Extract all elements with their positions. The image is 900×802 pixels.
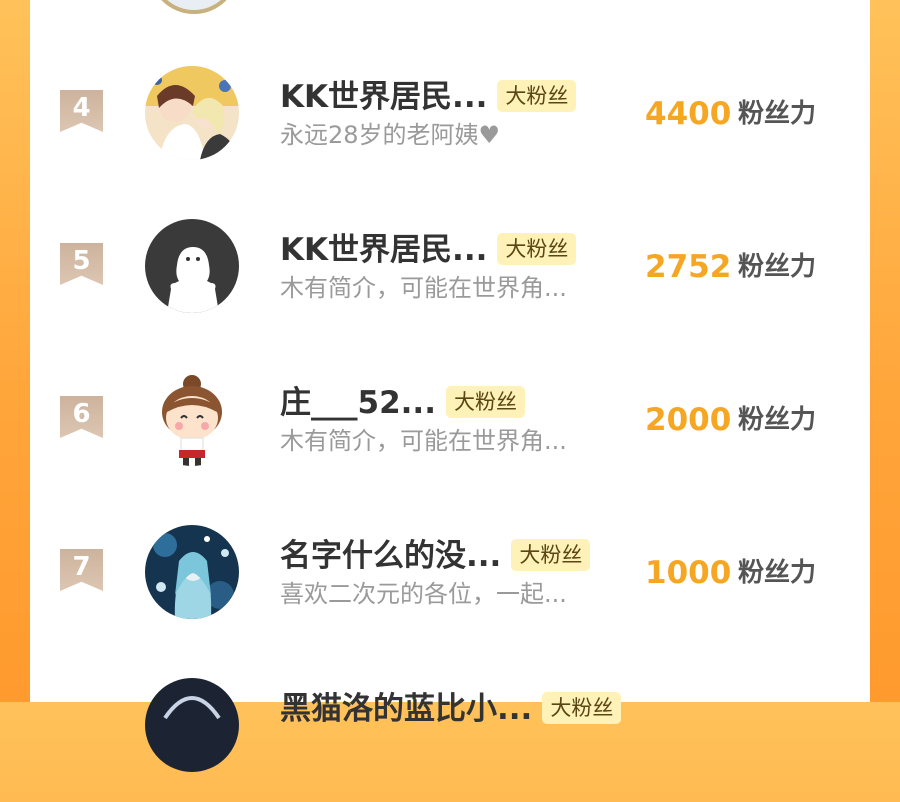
fan-score: 4400: [645, 96, 732, 132]
fan-score-unit: 粉丝力: [738, 558, 817, 588]
fan-level-badge: 大粉丝: [445, 385, 525, 418]
fan-score-unit: 粉丝力: [738, 99, 817, 129]
rank-ribbon: 5: [60, 243, 103, 285]
fan-level-badge: 大粉丝: [497, 79, 577, 112]
cartoon-girl-avatar-icon: [145, 372, 239, 466]
rank-ribbon: 4: [60, 90, 103, 132]
leaderboard-row[interactable]: 黑猫洛的蓝比小... 大粉丝: [30, 652, 870, 802]
fan-name: 黑猫洛的蓝比小... 大粉丝: [280, 689, 622, 729]
fan-name: KK世界居民... 大粉丝: [280, 230, 577, 270]
fan-score-unit: 粉丝力: [738, 405, 817, 435]
fan-name: 名字什么的没... 大粉丝: [280, 536, 591, 576]
rank-ribbon: 6: [60, 396, 103, 438]
fan-name: 庄___52... 大粉丝: [280, 383, 525, 423]
rank-ribbon: 7: [60, 549, 103, 591]
fan-bio: 木有简介，可能在世界角...: [280, 274, 567, 302]
fan-leaderboard-panel: 4 KK世界居民... 大粉丝 永远28岁的老阿姨♥ 4400 粉丝力 5 KK…: [30, 0, 870, 772]
fan-bio: 永远28岁的老阿姨♥: [280, 121, 501, 149]
avatar[interactable]: [145, 219, 239, 313]
leaderboard-row[interactable]: 7 名字什么的没... 大粉丝 喜欢二次元的各位，一起... 1000 粉丝力: [30, 499, 870, 649]
leaderboard-row[interactable]: 5 KK世界居民... 大粉丝 木有简介，可能在世界角... 2752 粉丝力: [30, 193, 870, 343]
anime-girl-avatar-icon: [145, 525, 239, 619]
fan-score: 2752: [645, 249, 732, 285]
fan-score: 1000: [645, 555, 732, 591]
fan-bio: 喜欢二次元的各位，一起...: [280, 580, 567, 608]
dark-anime-avatar-icon: [145, 678, 239, 772]
leaderboard-row[interactable]: 4 KK世界居民... 大粉丝 永远28岁的老阿姨♥ 4400 粉丝力: [30, 40, 870, 190]
avatar[interactable]: [145, 66, 239, 160]
fan-level-badge: 大粉丝: [511, 538, 591, 571]
avatar[interactable]: [145, 525, 239, 619]
fan-bio: 木有简介，可能在世界角...: [280, 427, 567, 455]
fan-level-badge: 大粉丝: [542, 691, 622, 724]
fan-name: KK世界居民... 大粉丝: [280, 77, 577, 117]
fan-score-unit: 粉丝力: [738, 252, 817, 282]
avatar[interactable]: [145, 372, 239, 466]
avatar[interactable]: [145, 678, 239, 772]
anime-couple-avatar-icon: [145, 66, 239, 160]
fan-level-badge: 大粉丝: [497, 232, 577, 265]
fan-score: 2000: [645, 402, 732, 438]
leaderboard-row[interactable]: 6 庄___52... 大粉丝 木有简介，可能在世界角... 2000 粉丝力: [30, 346, 870, 496]
avatar[interactable]: [149, 0, 239, 14]
default-ghost-avatar-icon: [145, 219, 239, 313]
